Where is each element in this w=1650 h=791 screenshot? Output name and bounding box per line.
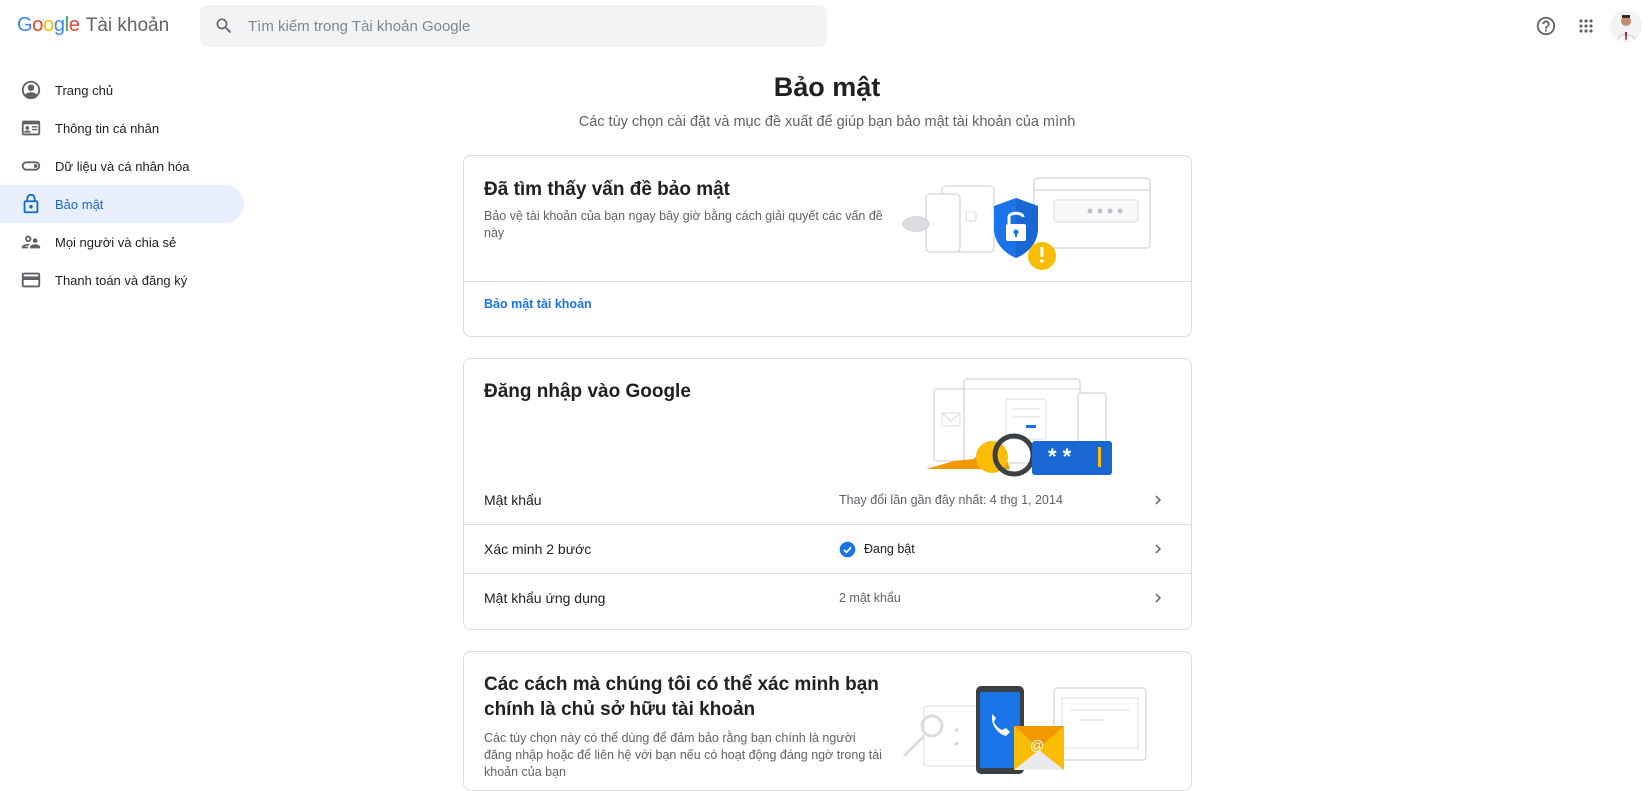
check-circle-icon	[839, 541, 856, 557]
sidebar-item-payments[interactable]: Thanh toán và đăng ký	[0, 261, 244, 299]
chevron-right-icon	[1155, 593, 1161, 603]
sidebar-item-label: Dữ liệu và cá nhân hóa	[55, 158, 190, 174]
signin-card-title: Đăng nhập vào Google	[484, 381, 691, 402]
toggle-icon	[20, 155, 42, 177]
password-last-changed: Thay đổi lần gần đây nhất: 4 thg 1, 2014	[839, 493, 1063, 507]
sidebar-item-label: Bảo mật	[55, 196, 104, 212]
issue-card-description: Bảo vệ tài khoản của bạn ngay bây giờ bằ…	[484, 209, 883, 240]
avatar[interactable]	[1610, 10, 1642, 42]
svg-text:@: @	[1030, 737, 1044, 753]
apps-icon[interactable]	[1566, 10, 1606, 42]
verify-title-line1: Các cách mà chúng tôi có thể xác minh bạ…	[484, 674, 879, 695]
sidebar-nav: Trang chủ Thông tin cá nhân Dữ liệu và c…	[0, 71, 244, 299]
security-issue-illustration	[902, 177, 1151, 270]
home-person-icon	[20, 79, 42, 101]
card-divider	[464, 281, 1191, 282]
svg-text:*: *	[954, 739, 959, 753]
svg-text:* *: * *	[1048, 444, 1072, 469]
security-issue-card: Đã tìm thấy vấn đề bảo mật Bảo vệ tài kh…	[463, 155, 1192, 337]
issue-card-title: Đã tìm thấy vấn đề bảo mật	[484, 179, 731, 200]
sidebar-item-label: Trang chủ	[55, 82, 114, 98]
sidebar-item-label: Mọi người và chia sẻ	[55, 234, 177, 250]
two-step-status: Đang bật	[839, 541, 915, 558]
password-label: Mật khẩu	[484, 492, 542, 508]
google-account-logo[interactable]: Google Tài khoản	[17, 14, 169, 37]
chevron-right-icon	[1155, 495, 1161, 505]
people-icon	[20, 231, 42, 253]
secure-account-link[interactable]: Bảo mật tài khoản	[484, 297, 592, 311]
verify-title-line2: chính là chủ sở hữu tài khoản	[484, 699, 756, 720]
page-title: Bảo mật	[773, 72, 881, 102]
verify-card-description: Các tùy chọn này có thể dùng để đảm bảo …	[484, 731, 882, 779]
verification-methods-card: Các cách mà chúng tôi có thể xác minh bạ…	[463, 651, 1192, 791]
password-row[interactable]: Mật khẩu Thay đổi lần gần đây nhất: 4 th…	[464, 476, 1191, 524]
signin-card: Đăng nhập vào Google * * Mật khẩu Thay đ…	[463, 358, 1192, 630]
verification-illustration: * * @	[902, 686, 1147, 774]
google-wordmark: Google	[17, 14, 80, 36]
chevron-right-icon	[1155, 544, 1161, 554]
sidebar-item-home[interactable]: Trang chủ	[0, 71, 244, 109]
help-icon[interactable]	[1526, 10, 1566, 42]
id-card-icon	[20, 117, 42, 139]
verify-card-title: Các cách mà chúng tôi có thể xác minh bạ…	[484, 672, 879, 722]
app-passwords-row[interactable]: Mật khẩu ứng dụng 2 mật khẩu	[464, 574, 1191, 622]
sidebar-item-data-privacy[interactable]: Dữ liệu và cá nhân hóa	[0, 147, 244, 185]
credit-card-icon	[20, 269, 42, 291]
sidebar-item-personal-info[interactable]: Thông tin cá nhân	[0, 109, 244, 147]
sidebar-item-label: Thông tin cá nhân	[55, 120, 160, 136]
search-bar[interactable]	[200, 5, 827, 47]
product-name: Tài khoản	[85, 15, 170, 36]
header-actions	[1526, 10, 1650, 42]
app-passwords-count: 2 mật khẩu	[839, 591, 901, 605]
sidebar-item-label: Thanh toán và đăng ký	[55, 272, 188, 288]
signin-illustration: * *	[926, 378, 1112, 477]
sidebar-item-people-sharing[interactable]: Mọi người và chia sẻ	[0, 223, 244, 261]
lock-icon	[20, 193, 42, 215]
two-step-label: Xác minh 2 bước	[484, 541, 592, 557]
page-subtitle: Các tùy chọn cài đặt và mục đề xuất để g…	[578, 114, 1076, 130]
app-passwords-label: Mật khẩu ứng dụng	[484, 590, 606, 606]
search-icon[interactable]	[214, 16, 234, 36]
two-step-status-text: Đang bật	[864, 542, 915, 556]
top-bar: Google Tài khoản	[0, 0, 1650, 52]
svg-text:*: *	[954, 725, 959, 739]
sidebar-item-security[interactable]: Bảo mật	[0, 185, 244, 223]
search-input[interactable]	[248, 17, 808, 35]
two-step-verification-row[interactable]: Xác minh 2 bước Đang bật	[464, 525, 1191, 573]
